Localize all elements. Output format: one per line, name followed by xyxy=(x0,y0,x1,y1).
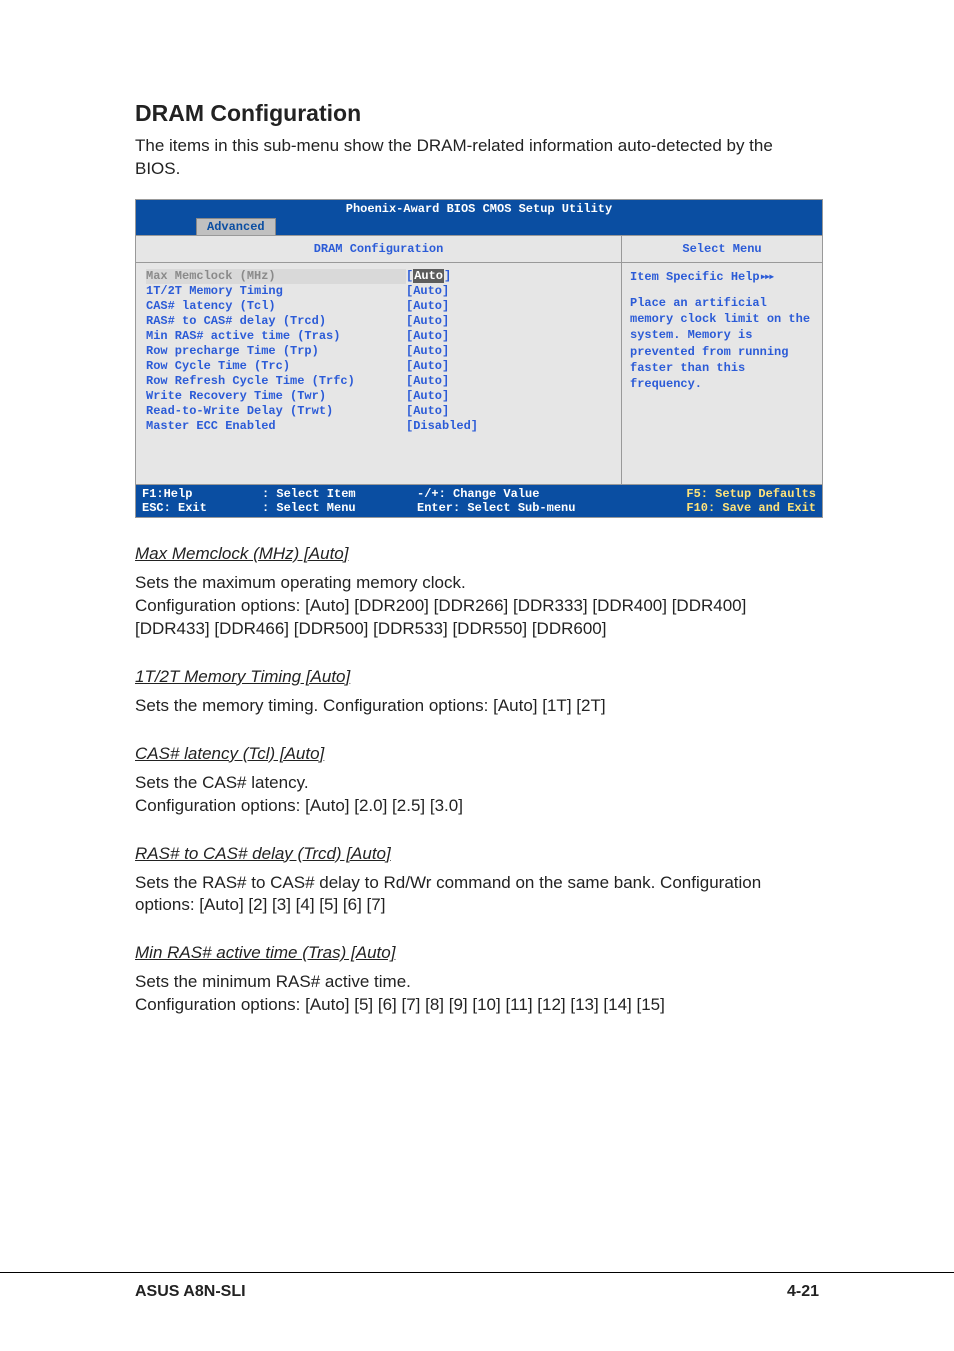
bios-tab-row: Advanced xyxy=(136,218,822,235)
bios-setting-row[interactable]: Max Memclock (MHz)[Auto] xyxy=(146,269,611,284)
bios-setting-value: [Auto] xyxy=(406,299,449,314)
option-heading: Max Memclock (MHz) [Auto] xyxy=(135,544,819,564)
bios-setting-value: [Auto] xyxy=(406,359,449,374)
bios-help-panel: Item Specific Help▸▸▸ Place an artificia… xyxy=(622,263,822,398)
option-body: Sets the CAS# latency. Configuration opt… xyxy=(135,772,819,818)
bios-setting-row[interactable]: Row Refresh Cycle Time (Trfc)[Auto] xyxy=(146,374,611,389)
bios-setting-label: Master ECC Enabled xyxy=(146,419,406,434)
bios-setting-value: [Auto] xyxy=(406,269,451,284)
footer-key-help: F1:Help xyxy=(142,487,262,501)
footer-key-select-submenu: Enter: Select Sub-menu xyxy=(417,501,647,515)
bios-setting-value: [Auto] xyxy=(406,344,449,359)
bios-setting-label: Min RAS# active time (Tras) xyxy=(146,329,406,344)
bios-setting-row[interactable]: Min RAS# active time (Tras)[Auto] xyxy=(146,329,611,344)
page-footer: ASUS A8N-SLI 4-21 xyxy=(0,1272,954,1301)
footer-key-exit: ESC: Exit xyxy=(142,501,262,515)
footer-key-change-value: -/+: Change Value xyxy=(417,487,647,501)
option-body: Sets the minimum RAS# active time. Confi… xyxy=(135,971,819,1017)
bios-setting-row[interactable]: Master ECC Enabled[Disabled] xyxy=(146,419,611,434)
section-title: DRAM Configuration xyxy=(135,100,819,127)
options-list: Max Memclock (MHz) [Auto] Sets the maximu… xyxy=(135,544,819,1017)
footer-key-save-exit: F10: Save and Exit xyxy=(647,501,816,515)
footer-model: ASUS A8N-SLI xyxy=(135,1283,246,1301)
bios-setting-label: 1T/2T Memory Timing xyxy=(146,284,406,299)
bios-setting-label: Max Memclock (MHz) xyxy=(146,269,406,284)
bios-setting-label: Row Cycle Time (Trc) xyxy=(146,359,406,374)
bios-setting-value: [Disabled] xyxy=(406,419,478,434)
bios-setting-label: Row Refresh Cycle Time (Trfc) xyxy=(146,374,406,389)
footer-key-setup-defaults: F5: Setup Defaults xyxy=(647,487,816,501)
bios-setting-row[interactable]: CAS# latency (Tcl)[Auto] xyxy=(146,299,611,314)
bios-setting-label: Read-to-Write Delay (Trwt) xyxy=(146,404,406,419)
bios-help-title: Item Specific Help xyxy=(630,270,760,284)
footer-page-number: 4-21 xyxy=(787,1283,819,1301)
option-heading: RAS# to CAS# delay (Trcd) [Auto] xyxy=(135,844,819,864)
bios-setting-value: [Auto] xyxy=(406,374,449,389)
option-body: Sets the maximum operating memory clock.… xyxy=(135,572,819,641)
bios-settings-panel: Max Memclock (MHz)[Auto]1T/2T Memory Tim… xyxy=(136,263,621,484)
bios-title-bar: Phoenix-Award BIOS CMOS Setup Utility xyxy=(136,200,822,218)
bios-setting-row[interactable]: Row precharge Time (Trp)[Auto] xyxy=(146,344,611,359)
option-heading: CAS# latency (Tcl) [Auto] xyxy=(135,744,819,764)
footer-key-select-item: : Select Item xyxy=(262,487,417,501)
bios-setting-value: [Auto] xyxy=(406,284,449,299)
option-heading: Min RAS# active time (Tras) [Auto] xyxy=(135,943,819,963)
bios-setting-value: [Auto] xyxy=(406,389,449,404)
bios-left-header: DRAM Configuration xyxy=(136,236,621,263)
bios-right-header: Select Menu xyxy=(622,236,822,263)
section-intro: The items in this sub-menu show the DRAM… xyxy=(135,135,819,181)
bios-setting-label: RAS# to CAS# delay (Trcd) xyxy=(146,314,406,329)
bios-setting-label: Write Recovery Time (Twr) xyxy=(146,389,406,404)
bios-help-body: Place an artificial memory clock limit o… xyxy=(630,295,814,392)
chevron-right-icon: ▸▸▸ xyxy=(760,270,773,284)
bios-setting-row[interactable]: 1T/2T Memory Timing[Auto] xyxy=(146,284,611,299)
footer-key-select-menu: : Select Menu xyxy=(262,501,417,515)
bios-setting-value: [Auto] xyxy=(406,329,449,344)
bios-tab-advanced[interactable]: Advanced xyxy=(196,218,276,235)
option-heading: 1T/2T Memory Timing [Auto] xyxy=(135,667,819,687)
bios-setting-value: [Auto] xyxy=(406,314,449,329)
option-body: Sets the memory timing. Configuration op… xyxy=(135,695,819,718)
bios-setting-row[interactable]: RAS# to CAS# delay (Trcd)[Auto] xyxy=(146,314,611,329)
bios-setting-label: Row precharge Time (Trp) xyxy=(146,344,406,359)
bios-setting-row[interactable]: Read-to-Write Delay (Trwt)[Auto] xyxy=(146,404,611,419)
bios-setting-row[interactable]: Write Recovery Time (Twr)[Auto] xyxy=(146,389,611,404)
option-body: Sets the RAS# to CAS# delay to Rd/Wr com… xyxy=(135,872,819,918)
bios-setting-value: [Auto] xyxy=(406,404,449,419)
bios-setting-row[interactable]: Row Cycle Time (Trc)[Auto] xyxy=(146,359,611,374)
bios-setting-label: CAS# latency (Tcl) xyxy=(146,299,406,314)
bios-footer: F1:Help : Select Item -/+: Change Value … xyxy=(136,484,822,517)
bios-window: Phoenix-Award BIOS CMOS Setup Utility Ad… xyxy=(135,199,823,518)
